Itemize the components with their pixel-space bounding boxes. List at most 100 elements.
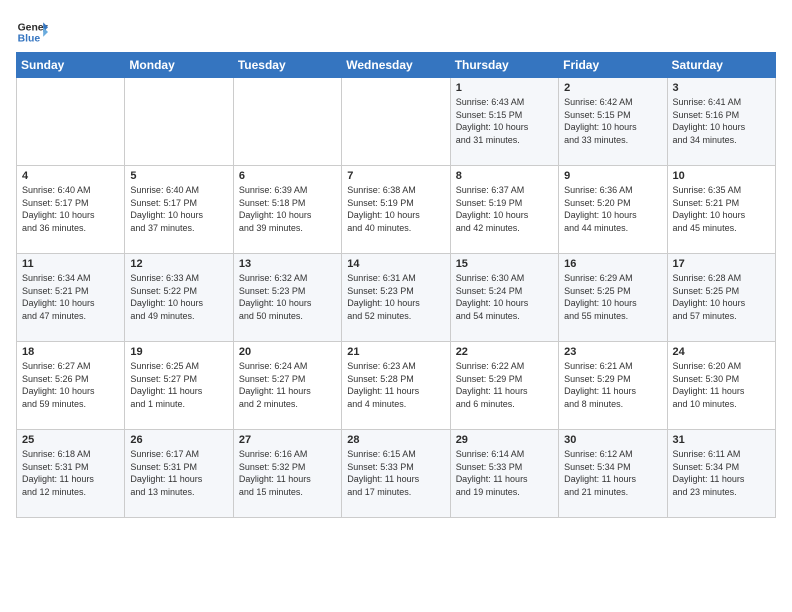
day-cell: 24 Sunrise: 6:20 AM Sunset: 5:30 PM Dayli… [667, 342, 775, 430]
header-cell-monday: Monday [125, 53, 233, 78]
day-number: 11 [22, 258, 119, 270]
day-number: 6 [239, 170, 336, 182]
day-number: 22 [456, 346, 553, 358]
day-number: 4 [22, 170, 119, 182]
day-number: 30 [564, 434, 661, 446]
svg-text:Blue: Blue [18, 34, 41, 45]
header-cell-friday: Friday [559, 53, 667, 78]
day-number: 23 [564, 346, 661, 358]
day-cell: 20 Sunrise: 6:24 AM Sunset: 5:27 PM Dayli… [233, 342, 341, 430]
day-info: Sunrise: 6:16 AM Sunset: 5:32 PM Dayligh… [239, 448, 336, 498]
day-cell: 15 Sunrise: 6:30 AM Sunset: 5:24 PM Dayli… [450, 254, 558, 342]
day-number: 7 [347, 170, 444, 182]
header-cell-wednesday: Wednesday [342, 53, 450, 78]
day-info: Sunrise: 6:30 AM Sunset: 5:24 PM Dayligh… [456, 272, 553, 322]
day-cell: 5 Sunrise: 6:40 AM Sunset: 5:17 PM Daylig… [125, 166, 233, 254]
day-number: 3 [673, 82, 770, 94]
day-info: Sunrise: 6:24 AM Sunset: 5:27 PM Dayligh… [239, 360, 336, 410]
day-number: 19 [130, 346, 227, 358]
header-cell-thursday: Thursday [450, 53, 558, 78]
day-info: Sunrise: 6:14 AM Sunset: 5:33 PM Dayligh… [456, 448, 553, 498]
day-number: 20 [239, 346, 336, 358]
day-cell: 18 Sunrise: 6:27 AM Sunset: 5:26 PM Dayli… [17, 342, 125, 430]
day-number: 10 [673, 170, 770, 182]
day-info: Sunrise: 6:35 AM Sunset: 5:21 PM Dayligh… [673, 184, 770, 234]
day-info: Sunrise: 6:31 AM Sunset: 5:23 PM Dayligh… [347, 272, 444, 322]
day-info: Sunrise: 6:42 AM Sunset: 5:15 PM Dayligh… [564, 96, 661, 146]
day-cell: 13 Sunrise: 6:32 AM Sunset: 5:23 PM Dayli… [233, 254, 341, 342]
day-cell: 21 Sunrise: 6:23 AM Sunset: 5:28 PM Dayli… [342, 342, 450, 430]
day-number: 27 [239, 434, 336, 446]
day-info: Sunrise: 6:29 AM Sunset: 5:25 PM Dayligh… [564, 272, 661, 322]
day-cell: 1 Sunrise: 6:43 AM Sunset: 5:15 PM Daylig… [450, 78, 558, 166]
week-row-4: 18 Sunrise: 6:27 AM Sunset: 5:26 PM Dayli… [17, 342, 776, 430]
logo-icon: General Blue [16, 16, 48, 48]
day-cell [17, 78, 125, 166]
day-cell: 28 Sunrise: 6:15 AM Sunset: 5:33 PM Dayli… [342, 430, 450, 518]
day-cell: 9 Sunrise: 6:36 AM Sunset: 5:20 PM Daylig… [559, 166, 667, 254]
day-cell: 29Sunrise: 6:14 AM Sunset: 5:33 PM Dayli… [450, 430, 558, 518]
day-info: Sunrise: 6:34 AM Sunset: 5:21 PM Dayligh… [22, 272, 119, 322]
week-row-3: 11 Sunrise: 6:34 AM Sunset: 5:21 PM Dayli… [17, 254, 776, 342]
day-info: Sunrise: 6:36 AM Sunset: 5:20 PM Dayligh… [564, 184, 661, 234]
day-cell: 4Sunrise: 6:40 AM Sunset: 5:17 PM Daylig… [17, 166, 125, 254]
day-number: 17 [673, 258, 770, 270]
day-cell: 17 Sunrise: 6:28 AM Sunset: 5:25 PM Dayli… [667, 254, 775, 342]
day-number: 8 [456, 170, 553, 182]
day-cell: 26 Sunrise: 6:17 AM Sunset: 5:31 PM Dayli… [125, 430, 233, 518]
day-number: 9 [564, 170, 661, 182]
day-number: 28 [347, 434, 444, 446]
day-cell: 7 Sunrise: 6:38 AM Sunset: 5:19 PM Daylig… [342, 166, 450, 254]
day-info: Sunrise: 6:28 AM Sunset: 5:25 PM Dayligh… [673, 272, 770, 322]
day-info: Sunrise: 6:27 AM Sunset: 5:26 PM Dayligh… [22, 360, 119, 410]
day-info: Sunrise: 6:43 AM Sunset: 5:15 PM Dayligh… [456, 96, 553, 146]
day-info: Sunrise: 6:25 AM Sunset: 5:27 PM Dayligh… [130, 360, 227, 410]
header-cell-tuesday: Tuesday [233, 53, 341, 78]
day-number: 5 [130, 170, 227, 182]
calendar-table: SundayMondayTuesdayWednesdayThursdayFrid… [16, 52, 776, 518]
day-cell [233, 78, 341, 166]
day-info: Sunrise: 6:21 AM Sunset: 5:29 PM Dayligh… [564, 360, 661, 410]
day-info: Sunrise: 6:17 AM Sunset: 5:31 PM Dayligh… [130, 448, 227, 498]
day-cell: 12Sunrise: 6:33 AM Sunset: 5:22 PM Dayli… [125, 254, 233, 342]
day-cell: 25Sunrise: 6:18 AM Sunset: 5:31 PM Dayli… [17, 430, 125, 518]
day-info: Sunrise: 6:11 AM Sunset: 5:34 PM Dayligh… [673, 448, 770, 498]
header-cell-sunday: Sunday [17, 53, 125, 78]
day-number: 13 [239, 258, 336, 270]
day-number: 21 [347, 346, 444, 358]
header: General Blue [16, 16, 776, 48]
day-number: 15 [456, 258, 553, 270]
day-info: Sunrise: 6:40 AM Sunset: 5:17 PM Dayligh… [130, 184, 227, 234]
day-cell: 10 Sunrise: 6:35 AM Sunset: 5:21 PM Dayli… [667, 166, 775, 254]
week-row-2: 4 Sunrise: 6:40 AM Sunset: 5:17 PM Daylig… [17, 166, 776, 254]
day-number: 31 [673, 434, 770, 446]
day-cell [342, 78, 450, 166]
week-row-1: 1 Sunrise: 6:43 AM Sunset: 5:15 PM Daylig… [17, 78, 776, 166]
day-info: Sunrise: 6:20 AM Sunset: 5:30 PM Dayligh… [673, 360, 770, 410]
header-row: SundayMondayTuesdayWednesdayThursdayFrid… [17, 53, 776, 78]
day-cell: 30Sunrise: 6:12 AM Sunset: 5:34 PM Dayli… [559, 430, 667, 518]
day-info: Sunrise: 6:38 AM Sunset: 5:19 PM Dayligh… [347, 184, 444, 234]
day-number: 26 [130, 434, 227, 446]
day-info: Sunrise: 6:39 AM Sunset: 5:18 PM Dayligh… [239, 184, 336, 234]
day-number: 14 [347, 258, 444, 270]
day-info: Sunrise: 6:18 AM Sunset: 5:31 PM Dayligh… [22, 448, 119, 498]
day-cell: 3 Sunrise: 6:41 AM Sunset: 5:16 PM Daylig… [667, 78, 775, 166]
day-cell: 6 Sunrise: 6:39 AM Sunset: 5:18 PM Daylig… [233, 166, 341, 254]
day-number: 24 [673, 346, 770, 358]
day-cell: 31 Sunrise: 6:11 AM Sunset: 5:34 PM Dayli… [667, 430, 775, 518]
day-info: Sunrise: 6:23 AM Sunset: 5:28 PM Dayligh… [347, 360, 444, 410]
day-info: Sunrise: 6:37 AM Sunset: 5:19 PM Dayligh… [456, 184, 553, 234]
header-cell-saturday: Saturday [667, 53, 775, 78]
day-cell: 14 Sunrise: 6:31 AM Sunset: 5:23 PM Dayli… [342, 254, 450, 342]
day-number: 1 [456, 82, 553, 94]
day-cell [125, 78, 233, 166]
day-number: 18 [22, 346, 119, 358]
day-info: Sunrise: 6:41 AM Sunset: 5:16 PM Dayligh… [673, 96, 770, 146]
day-info: Sunrise: 6:32 AM Sunset: 5:23 PM Dayligh… [239, 272, 336, 322]
day-cell: 11 Sunrise: 6:34 AM Sunset: 5:21 PM Dayli… [17, 254, 125, 342]
logo: General Blue [16, 16, 52, 48]
day-info: Sunrise: 6:15 AM Sunset: 5:33 PM Dayligh… [347, 448, 444, 498]
day-cell: 23 Sunrise: 6:21 AM Sunset: 5:29 PM Dayli… [559, 342, 667, 430]
day-cell: 8 Sunrise: 6:37 AM Sunset: 5:19 PM Daylig… [450, 166, 558, 254]
